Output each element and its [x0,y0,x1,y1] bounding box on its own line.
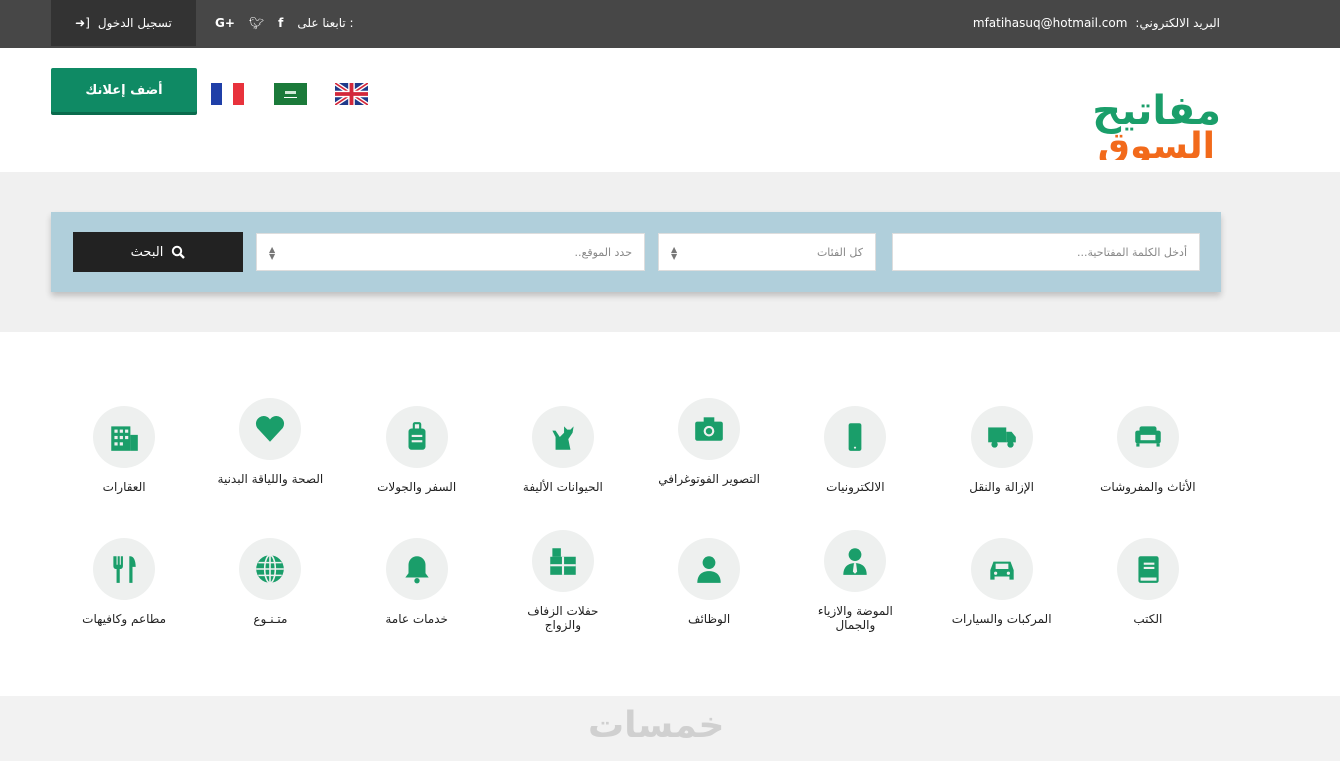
user-icon [697,556,721,583]
category-item[interactable]: مطاعم وكافيهات [51,530,197,642]
heart-icon [256,416,285,442]
sofa-icon [1135,426,1161,447]
category-label[interactable]: الوظائف [688,612,730,626]
category-item[interactable]: متـنـوع [197,530,343,642]
email-label: البريد الالكتروني: [1135,16,1220,30]
category-icon-circle[interactable] [824,530,887,592]
login-button[interactable]: ➜] تسجيل الدخول [51,0,196,46]
location-placeholder: حدد الموقع.. [574,245,632,259]
bell-icon [404,556,429,584]
camera-icon [695,417,723,441]
sign-in-icon: ➜] [75,16,90,30]
category-select[interactable]: كل الفئات ▲ ▼ [658,233,876,271]
category-label[interactable]: السفر والجولات [377,480,456,494]
category-label[interactable]: الحيوانات الأليفة [523,480,603,494]
category-icon-circle[interactable] [385,538,448,600]
watermark-logo: خمسات [588,705,725,746]
category-item[interactable]: الموضة والازياء والجمال [782,530,928,642]
saudi-flag-icon[interactable] [274,83,307,105]
category-label[interactable]: الكتب [1133,612,1162,626]
category-icon-circle[interactable] [1116,406,1179,468]
category-item[interactable]: الأثاث والمفروشات [1075,398,1221,510]
category-item[interactable]: الكتب [1075,530,1221,642]
category-icon-circle[interactable] [970,406,1033,468]
category-icon-circle[interactable] [531,530,594,592]
svg-text:السوق: السوق [1098,126,1215,160]
category-value: كل الفئات [816,245,863,259]
category-item[interactable]: الحيوانات الأليفة [490,398,636,510]
category-label[interactable]: خدمات عامة [385,612,448,626]
cat-icon [552,426,574,450]
category-icon-circle[interactable] [531,406,594,468]
user-tie-icon [843,548,868,575]
french-flag-icon[interactable] [211,83,244,105]
top-bar: ➜] تسجيل الدخول G+ 🐦︎ f تابعنا على : الب… [0,0,1340,48]
keyword-input[interactable]: أدخل الكلمة المفتاحية... [892,233,1200,271]
category-icon-circle[interactable] [385,406,448,468]
car-icon [989,561,1014,580]
truck-icon [987,427,1016,448]
category-item[interactable]: الصحة واللياقة البدنية [197,398,343,510]
globe-icon [256,554,285,584]
suitcase-icon [408,422,426,450]
category-icon-circle[interactable] [1116,538,1179,600]
category-item[interactable]: التصوير الفوتوغرافي [636,398,782,510]
social-links: G+ 🐦︎ f تابعنا على : [215,0,354,46]
site-logo[interactable]: مفاتيح السوق [1075,80,1223,167]
email-info: البريد الالكتروني: mfatihasuq@hotmail.co… [973,0,1220,46]
search-button-label: البحث [130,244,164,260]
header: أضف إعلانك مفاتيح السوق [0,48,1340,172]
category-label[interactable]: الالكترونيات [826,480,884,494]
category-item[interactable]: المركبات والسيارات [929,530,1075,642]
utensils-icon [113,556,136,583]
search-button[interactable]: البحث [73,232,243,272]
add-ad-button[interactable]: أضف إعلانك [51,68,197,112]
category-item[interactable]: الوظائف [636,530,782,642]
category-item[interactable]: الالكترونيات [782,398,928,510]
search-form: أدخل الكلمة المفتاحية... كل الفئات ▲ ▼ حد… [51,212,1221,292]
building-icon [111,426,138,451]
category-icon-circle[interactable] [93,406,156,468]
twitter-icon[interactable]: 🐦︎ [249,16,264,30]
category-label[interactable]: العقارات [103,480,146,494]
google-plus-icon[interactable]: G+ [215,16,235,30]
category-icon-circle[interactable] [239,398,302,460]
category-label[interactable]: الإزالة والنقل [969,480,1034,494]
category-grid: الأثاث والمفروشات الإزالة والنقل الالكترون… [51,398,1221,642]
category-item[interactable]: السفر والجولات [344,398,490,510]
email-value[interactable]: mfatihasuq@hotmail.com [973,16,1128,30]
category-icon-circle[interactable] [678,538,741,600]
category-item[interactable]: العقارات [51,398,197,510]
category-item[interactable]: حفلات الزفاف والزواج [490,530,636,642]
book-icon [1138,556,1159,583]
category-item[interactable]: الإزالة والنقل [929,398,1075,510]
category-label[interactable]: الأثاث والمفروشات [1100,480,1196,494]
category-label[interactable]: الصحة واللياقة البدنية [218,472,324,486]
mobile-icon [849,423,862,451]
uk-flag-icon[interactable] [335,83,368,105]
select-arrows-icon: ▲ ▼ [671,245,678,261]
category-label[interactable]: التصوير الفوتوغرافي [658,472,760,486]
category-icon-circle[interactable] [93,538,156,600]
category-icon-circle[interactable] [970,538,1033,600]
category-icon-circle[interactable] [678,398,741,460]
category-item[interactable]: خدمات عامة [344,530,490,642]
category-icon-circle[interactable] [239,538,302,600]
category-label[interactable]: مطاعم وكافيهات [82,612,166,626]
category-label[interactable]: الموضة والازياء والجمال [800,604,910,632]
category-label[interactable]: حفلات الزفاف والزواج [508,604,618,632]
facebook-icon[interactable]: f [278,16,283,30]
category-label[interactable]: متـنـوع [253,612,287,626]
location-select[interactable]: حدد الموقع.. ▲ ▼ [256,233,645,271]
category-icon-circle[interactable] [824,406,887,468]
search-section: أدخل الكلمة المفتاحية... كل الفئات ▲ ▼ حد… [0,172,1340,332]
follow-label: تابعنا على : [297,16,354,30]
gift-icon [550,548,576,575]
select-arrows-icon: ▲ ▼ [269,245,276,261]
category-label[interactable]: المركبات والسيارات [952,612,1052,626]
search-icon [172,245,186,259]
login-label: تسجيل الدخول [97,16,172,30]
